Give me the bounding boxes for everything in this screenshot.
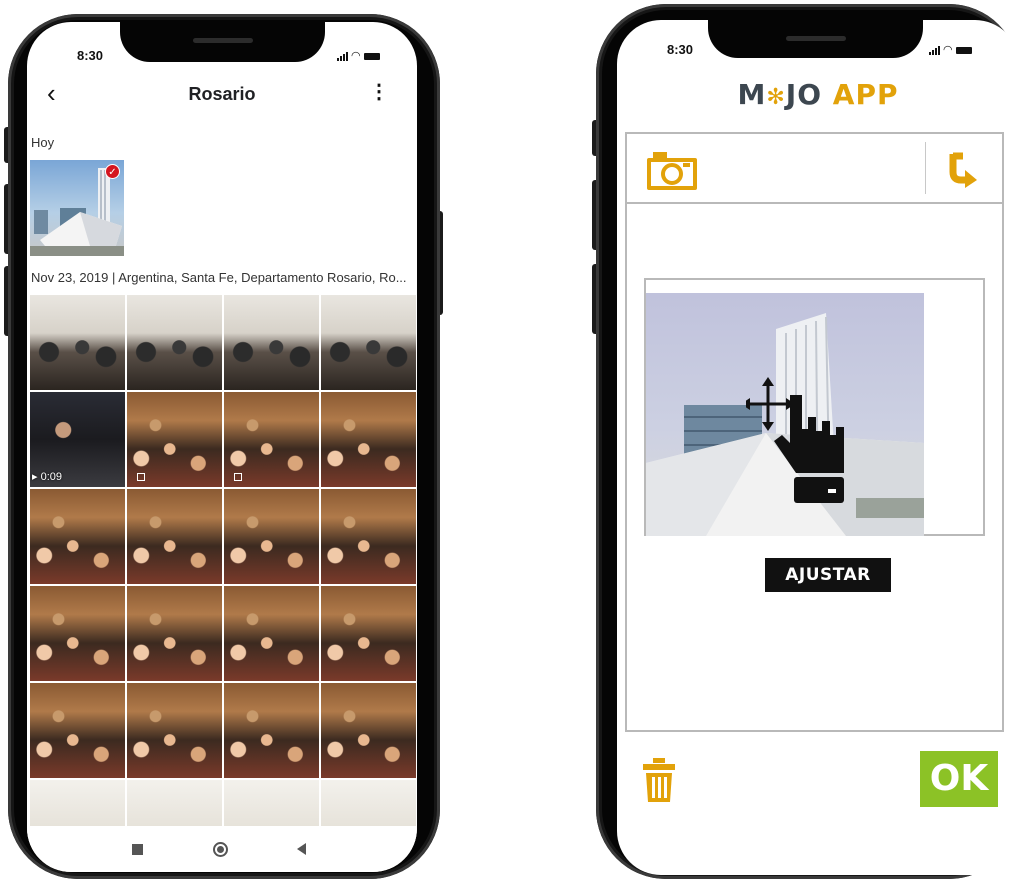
video-duration-text: 0:09 [40, 471, 62, 483]
status-icons: ◠ [337, 50, 380, 62]
speaker-grille [785, 36, 846, 41]
photo-thumbnail[interactable] [224, 683, 319, 778]
burst-icon [137, 473, 145, 481]
left-phone-notch [120, 22, 325, 62]
photo-thumbnail[interactable] [224, 489, 319, 584]
photo-grid: ▸ 0:09 [30, 295, 417, 872]
more-vertical-icon[interactable]: ⋮ [369, 80, 389, 104]
featured-photo[interactable]: ✓ [30, 160, 124, 256]
mojo-screen: 8:30 ◠ M✻JO APP AJUSTAR OK [617, 20, 1019, 875]
adjust-button[interactable]: AJUSTAR [765, 558, 891, 592]
wifi-icon: ◠ [351, 50, 361, 62]
battery-icon [363, 53, 380, 60]
video-duration: ▸ 0:09 [32, 471, 62, 483]
photo-thumbnail[interactable] [30, 586, 125, 681]
date-location-label: Nov 23, 2019 | Argentina, Santa Fe, Depa… [31, 270, 407, 285]
toolbar-divider [925, 142, 926, 194]
photo-thumbnail[interactable] [127, 489, 222, 584]
signal-icon [929, 46, 940, 55]
gallery-screen: 8:30 ◠ ‹ Rosario ⋮ Hoy ✓ Nov 23, 2019 | … [27, 22, 417, 872]
photo-thumbnail[interactable] [224, 392, 319, 487]
status-time: 8:30 [77, 48, 104, 63]
photo-thumbnail[interactable] [321, 683, 416, 778]
home-circle-icon[interactable] [213, 842, 228, 857]
page-title: Rosario [188, 84, 256, 104]
selected-check-icon: ✓ [105, 164, 120, 179]
editor-panel: AJUSTAR [625, 132, 1004, 732]
video-thumbnail[interactable]: ▸ 0:09 [30, 392, 125, 487]
logo-gear: ✻ [766, 85, 786, 110]
photo-thumbnail[interactable] [127, 392, 222, 487]
status-time: 8:30 [667, 42, 694, 57]
trash-icon[interactable] [643, 758, 675, 802]
recents-square-icon[interactable] [132, 844, 143, 855]
photo-thumbnail[interactable] [224, 295, 319, 390]
mojo-app-logo: M✻JO APP [617, 78, 1019, 111]
photo-thumbnail[interactable] [321, 586, 416, 681]
photo-thumbnail[interactable] [321, 489, 416, 584]
wifi-icon: ◠ [943, 44, 953, 56]
photo-thumbnail[interactable] [30, 489, 125, 584]
gallery-header: ‹ Rosario ⋮ [27, 72, 417, 118]
photo-thumbnail[interactable] [127, 586, 222, 681]
photo-thumbnail[interactable] [127, 683, 222, 778]
battery-icon [955, 47, 972, 54]
crop-frame[interactable] [644, 278, 985, 536]
selected-photo[interactable] [646, 293, 924, 536]
ok-button[interactable]: OK [920, 751, 998, 807]
drag-hand-icon [746, 377, 844, 503]
logo-jo: JO [785, 78, 823, 111]
photo-thumbnail[interactable] [30, 683, 125, 778]
right-phone-notch [708, 20, 923, 58]
signal-icon [337, 52, 348, 61]
status-icons: ◠ [929, 44, 972, 56]
section-today-label: Hoy [31, 135, 55, 150]
stage: 8:30 ◠ ‹ Rosario ⋮ Hoy ✓ Nov 23, 2019 | … [0, 0, 1019, 879]
speaker-grille [192, 38, 253, 43]
android-nav-bar [27, 826, 417, 872]
photo-thumbnail[interactable] [321, 295, 416, 390]
photo-thumbnail[interactable] [127, 295, 222, 390]
photo-thumbnail[interactable] [30, 295, 125, 390]
photo-thumbnail[interactable] [321, 392, 416, 487]
rotate-icon[interactable] [939, 148, 979, 188]
logo-m: M [737, 78, 767, 111]
logo-app: APP [832, 78, 899, 111]
back-triangle-icon[interactable] [297, 843, 306, 855]
photo-thumbnail[interactable] [224, 586, 319, 681]
burst-icon [234, 473, 242, 481]
camera-icon[interactable] [645, 148, 699, 192]
editor-toolbar [627, 134, 1002, 204]
